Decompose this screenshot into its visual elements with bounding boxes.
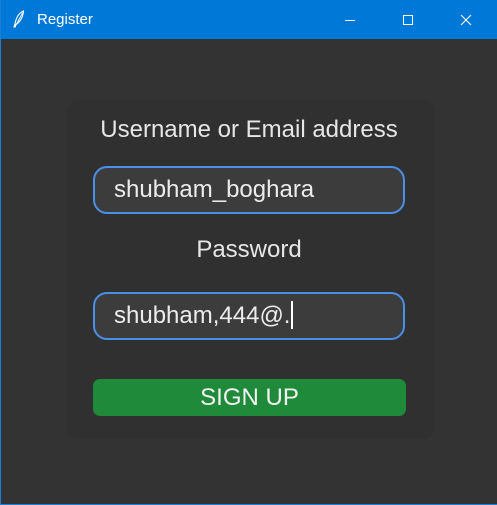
window-title: Register	[37, 11, 93, 28]
username-input[interactable]: shubham_boghara	[93, 166, 405, 214]
title-bar[interactable]: Register	[1, 0, 497, 39]
password-label: Password	[196, 236, 302, 263]
minimize-button[interactable]	[327, 0, 373, 39]
window-content	[2, 39, 497, 504]
username-value: shubham_boghara	[114, 176, 315, 203]
password-value: shubham,444@.	[114, 302, 291, 329]
minimize-icon	[345, 19, 355, 21]
username-label: Username or Email address	[100, 116, 398, 143]
close-button[interactable]	[443, 0, 489, 39]
signup-button[interactable]: SIGN UP	[93, 379, 406, 416]
maximize-icon	[403, 14, 413, 25]
register-window: Register Username or Email address shubh…	[0, 0, 497, 505]
maximize-button[interactable]	[385, 0, 431, 39]
close-icon	[460, 14, 472, 25]
feather-icon	[13, 10, 25, 28]
password-input[interactable]: shubham,444@.	[93, 292, 405, 340]
text-cursor	[291, 300, 294, 329]
